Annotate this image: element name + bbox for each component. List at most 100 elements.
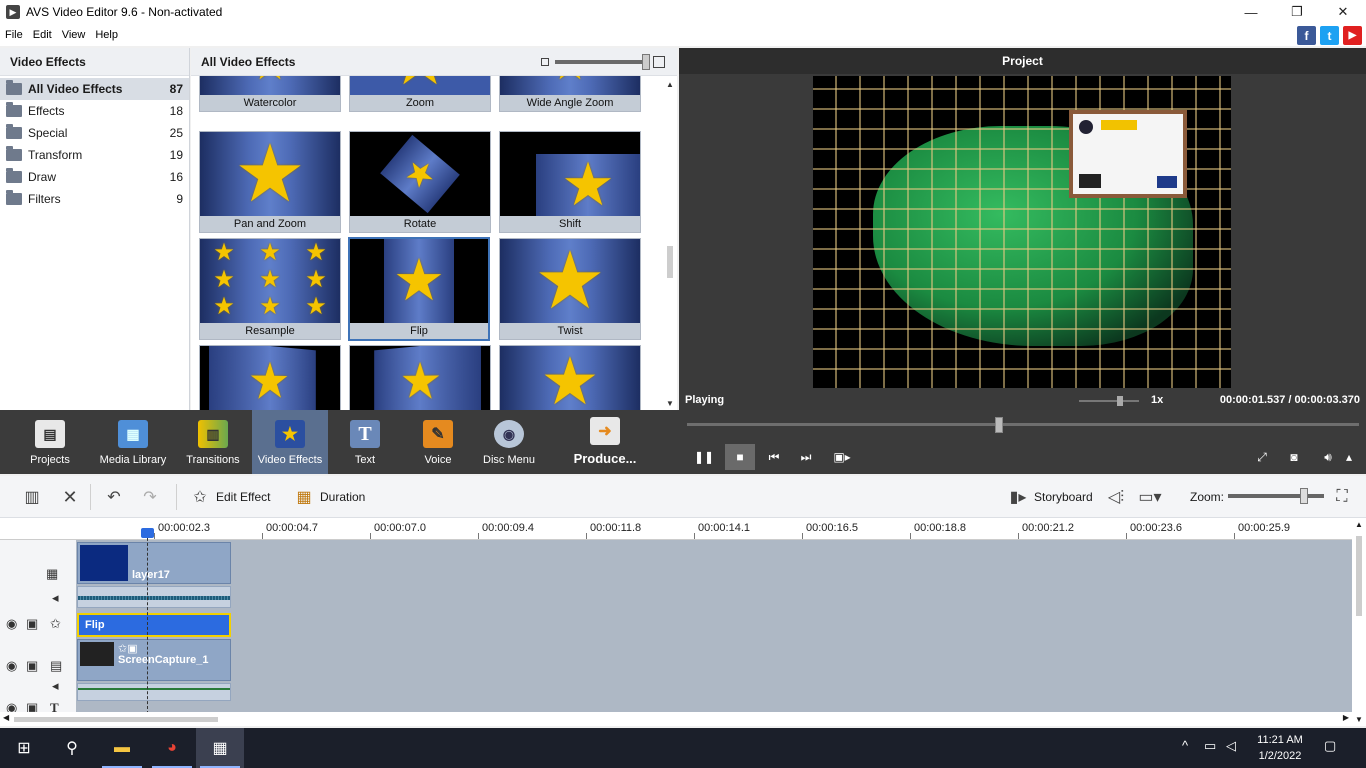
- play-selection-button[interactable]: ▣▸: [827, 444, 857, 470]
- category-filters[interactable]: Filters 9: [0, 188, 189, 210]
- thumbnail-size-slider[interactable]: [541, 54, 665, 70]
- minimize-button[interactable]: —: [1228, 0, 1274, 24]
- effect-tile-rotate[interactable]: ★ Rotate: [349, 131, 491, 233]
- effect-tile[interactable]: ★: [199, 345, 341, 410]
- notifications-icon[interactable]: ▢: [1324, 738, 1336, 754]
- player-menu-button[interactable]: ▴: [1339, 444, 1359, 470]
- audio-mixer-button[interactable]: ◁⫶: [1106, 486, 1132, 508]
- snapshot-button[interactable]: ◙: [1279, 444, 1309, 470]
- previous-button[interactable]: ⏮: [759, 444, 789, 470]
- facebook-icon[interactable]: f: [1297, 26, 1316, 45]
- audio-clip[interactable]: [77, 586, 231, 608]
- size-track[interactable]: [555, 54, 650, 70]
- chrome-button[interactable]: ◕: [148, 728, 196, 768]
- category-all-video-effects[interactable]: All Video Effects 87: [0, 78, 189, 100]
- close-button[interactable]: ✕: [1320, 0, 1366, 24]
- overlay-audio-clip[interactable]: [77, 683, 231, 701]
- category-transform[interactable]: Transform 19: [0, 144, 189, 166]
- timeline-ruler[interactable]: 00:00:02.3 00:00:04.7 00:00:07.0 00:00:0…: [0, 518, 1352, 540]
- category-draw[interactable]: Draw 16: [0, 166, 189, 188]
- text-button[interactable]: T Text: [332, 410, 398, 474]
- disc-menu-button[interactable]: ◉ Disc Menu: [476, 410, 542, 474]
- network-icon[interactable]: ▭: [1204, 738, 1216, 754]
- file-explorer-button[interactable]: ▬: [98, 728, 146, 768]
- menu-edit[interactable]: Edit: [28, 29, 57, 41]
- split-button[interactable]: ▥: [22, 486, 48, 508]
- media-library-button[interactable]: ▦ Media Library: [96, 410, 170, 474]
- overlay-clip[interactable]: ✩▣ ScreenCapture_1: [77, 639, 231, 681]
- redo-button[interactable]: ↷: [140, 486, 166, 508]
- projects-button[interactable]: ▤ Projects: [14, 410, 86, 474]
- search-button[interactable]: ⚲: [48, 728, 96, 768]
- effect-tile-pan-and-zoom[interactable]: ★ Pan and Zoom: [199, 131, 341, 233]
- effects-scrollbar[interactable]: ▲ ▼: [663, 76, 677, 410]
- video-preview[interactable]: [813, 76, 1231, 388]
- video-effects-button[interactable]: ★ Video Effects: [252, 410, 328, 474]
- youtube-icon[interactable]: ▶: [1343, 26, 1362, 45]
- avs-video-editor-button[interactable]: ▦: [196, 728, 244, 768]
- size-knob[interactable]: [642, 54, 650, 70]
- effect-tile-flip[interactable]: ★ Flip: [348, 237, 490, 341]
- scroll-down-icon[interactable]: ▼: [666, 399, 674, 408]
- menu-help[interactable]: Help: [90, 29, 123, 41]
- edit-effect-button[interactable]: ✩ Edit Effect: [190, 486, 270, 508]
- effect-tile-wide-angle-zoom[interactable]: ★ Wide Angle Zoom: [499, 76, 641, 112]
- category-special[interactable]: Special 25: [0, 122, 189, 144]
- playhead-handle[interactable]: [141, 528, 154, 538]
- next-button[interactable]: ⏭: [791, 444, 821, 470]
- effect-tile-zoom[interactable]: ★ Zoom: [349, 76, 491, 112]
- effect-tile-resample[interactable]: ★ ★ ★ ★ ★ ★ ★ ★ ★ Resample: [199, 238, 341, 340]
- duration-button[interactable]: ▦ Duration: [294, 486, 365, 508]
- maximize-button[interactable]: ❐: [1274, 0, 1320, 24]
- storyboard-button[interactable]: ▮▸ Storyboard: [1008, 486, 1093, 508]
- video-clip[interactable]: layer17: [77, 542, 231, 584]
- lock-icon[interactable]: ▣: [26, 658, 38, 674]
- zoom-slider[interactable]: [1228, 488, 1324, 504]
- twitter-icon[interactable]: t: [1320, 26, 1339, 45]
- eye-icon[interactable]: ◉: [6, 658, 17, 674]
- timeline-vertical-scrollbar[interactable]: ▲ ▼: [1352, 518, 1366, 726]
- speed-knob[interactable]: [1117, 396, 1123, 406]
- scroll-thumb[interactable]: [14, 717, 218, 722]
- category-effects[interactable]: Effects 18: [0, 100, 189, 122]
- delete-button[interactable]: ✕: [60, 486, 86, 508]
- pause-button[interactable]: ❚❚: [689, 444, 719, 470]
- menu-view[interactable]: View: [57, 29, 91, 41]
- lock-icon[interactable]: ▣: [26, 616, 38, 632]
- system-clock[interactable]: 11:21 AM 1/2/2022: [1244, 732, 1316, 764]
- voice-button[interactable]: ✎ Voice: [406, 410, 470, 474]
- category-count: 19: [169, 148, 183, 162]
- stop-button[interactable]: ■: [725, 444, 755, 470]
- menu-file[interactable]: File: [0, 29, 28, 41]
- zoom-knob[interactable]: [1300, 488, 1308, 504]
- timeline-tracks[interactable]: ▦ ◂ ◉ ▣ ✩ ◉ ▣ ▤ ◂ ◉ ▣ T layer17 Flip ✩▣ …: [0, 540, 1352, 715]
- voice-label: Voice: [424, 454, 452, 466]
- effect-clip[interactable]: Flip: [77, 613, 231, 637]
- scroll-left-icon[interactable]: ◀: [3, 713, 9, 722]
- chevron-up-icon[interactable]: ^: [1182, 738, 1188, 753]
- transitions-button[interactable]: ▥ Transitions: [178, 410, 248, 474]
- scroll-right-icon[interactable]: ▶: [1343, 713, 1349, 722]
- scroll-thumb[interactable]: [1356, 536, 1362, 616]
- effect-tile-watercolor[interactable]: ★ Watercolor: [199, 76, 341, 112]
- aspect-ratio-button[interactable]: ▭▾: [1138, 486, 1166, 508]
- effect-tile-shift[interactable]: ★ Shift: [499, 131, 641, 233]
- effect-tile[interactable]: ★: [349, 345, 491, 410]
- effect-tile-twist[interactable]: ★ Twist: [499, 238, 641, 340]
- speed-slider[interactable]: [1079, 396, 1139, 406]
- fit-timeline-button[interactable]: ⛶: [1332, 486, 1358, 508]
- scroll-up-icon[interactable]: ▲: [666, 80, 674, 89]
- produce-button[interactable]: ➜ Produce...: [568, 410, 642, 474]
- seek-bar[interactable]: [687, 417, 1359, 433]
- scroll-up-icon[interactable]: ▲: [1355, 520, 1363, 529]
- volume-muted-icon[interactable]: ◁: [1226, 738, 1236, 754]
- eye-icon[interactable]: ◉: [6, 616, 17, 632]
- seek-knob[interactable]: [995, 417, 1003, 433]
- effect-tile[interactable]: ★: [499, 345, 641, 410]
- fullscreen-button[interactable]: ⤢: [1247, 444, 1277, 470]
- scroll-down-icon[interactable]: ▼: [1355, 715, 1363, 724]
- scroll-thumb[interactable]: [667, 246, 673, 278]
- timeline-horizontal-scrollbar[interactable]: ◀ ▶: [0, 712, 1352, 726]
- undo-button[interactable]: ↶: [104, 486, 130, 508]
- start-button[interactable]: ⊞: [0, 728, 48, 768]
